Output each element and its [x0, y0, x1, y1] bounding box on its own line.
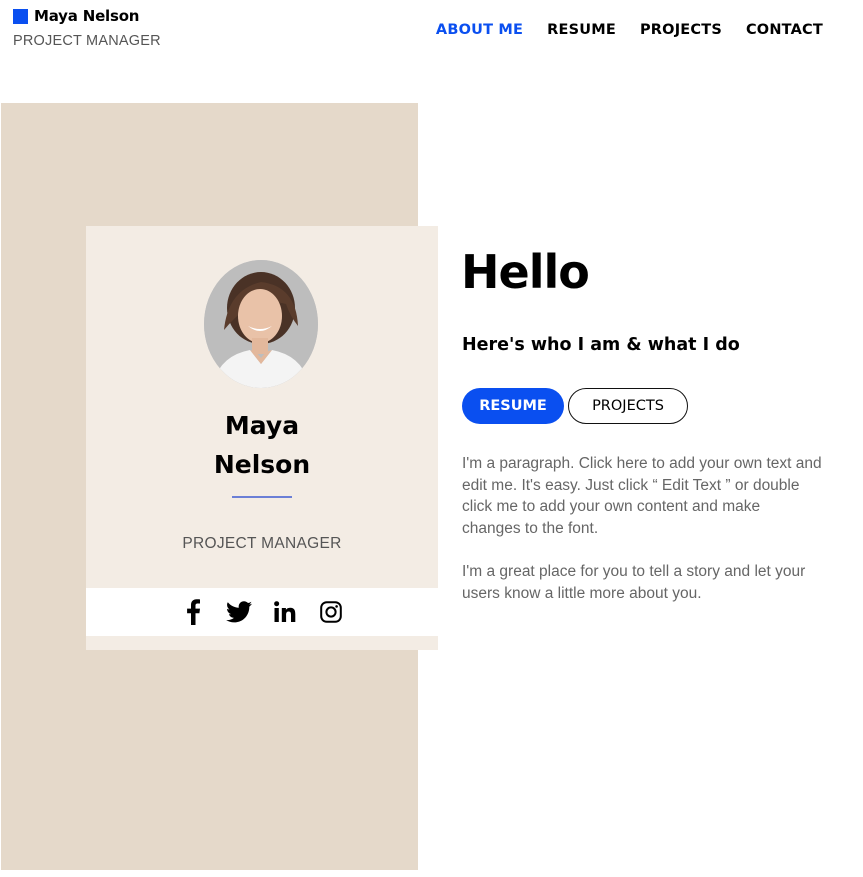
card-name: Maya Nelson	[213, 411, 311, 479]
main-nav: ABOUT ME RESUME PROJECTS CONTACT	[436, 22, 823, 38]
brand-role: PROJECT MANAGER	[13, 33, 161, 49]
nav-contact[interactable]: CONTACT	[746, 22, 823, 38]
facebook-icon[interactable]	[179, 598, 207, 626]
site-brand[interactable]: Maya Nelson PROJECT MANAGER	[13, 7, 161, 49]
social-bar	[86, 588, 438, 636]
brand-name[interactable]: Maya Nelson	[34, 7, 139, 25]
twitter-icon[interactable]	[225, 598, 253, 626]
instagram-icon[interactable]	[317, 598, 345, 626]
card-divider	[232, 496, 292, 498]
story-paragraph: I'm a great place for you to tell a stor…	[462, 563, 806, 602]
projects-button[interactable]: PROJECTS	[568, 388, 688, 424]
profile-card: Maya Nelson PROJECT MANAGER	[86, 226, 438, 650]
avatar-photo	[204, 260, 318, 388]
avatar	[204, 260, 318, 388]
brand-row: Maya Nelson	[13, 7, 161, 25]
linkedin-icon[interactable]	[271, 598, 299, 626]
hello-heading: Hello	[461, 245, 590, 299]
resume-button[interactable]: RESUME	[462, 388, 564, 424]
intro-paragraph: I'm a paragraph. Click here to add your …	[462, 455, 822, 537]
nav-projects[interactable]: PROJECTS	[640, 22, 722, 38]
page: Maya Nelson PROJECT MANAGER ABOUT ME RES…	[0, 0, 863, 877]
nav-about-me[interactable]: ABOUT ME	[436, 22, 523, 38]
card-role: PROJECT MANAGER	[182, 535, 342, 552]
brand-logo-square	[13, 8, 28, 24]
nav-resume[interactable]: RESUME	[547, 22, 616, 38]
subtitle: Here's who I am & what I do	[462, 335, 740, 355]
